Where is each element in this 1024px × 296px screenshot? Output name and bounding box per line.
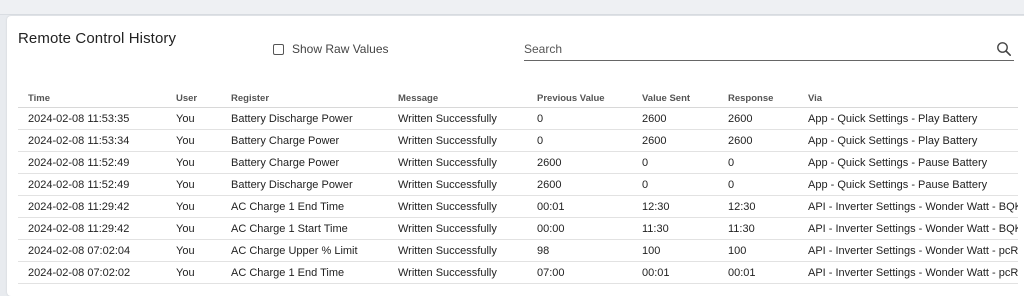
- column-header-user[interactable]: User: [166, 90, 221, 108]
- cell-response: 100: [718, 239, 798, 262]
- cell-response: 2600: [718, 107, 798, 130]
- cell-time: 2024-02-08 11:53:35: [18, 107, 166, 130]
- show-raw-values-label: Show Raw Values: [292, 42, 389, 56]
- cell-time: 2024-02-08 11:52:49: [18, 173, 166, 196]
- column-header-previous-value[interactable]: Previous Value: [527, 90, 632, 108]
- cell-time: 2024-02-08 11:29:42: [18, 195, 166, 218]
- table-header-row: Time User Register Message Previous Valu…: [18, 90, 1018, 108]
- cell-register: AC Charge 1 Start Time: [221, 217, 388, 240]
- cell-via: App - Quick Settings - Play Battery: [798, 129, 1018, 152]
- cell-via: API - Inverter Settings - Wonder Watt - …: [798, 195, 1018, 218]
- cell-message: Written Successfully: [388, 107, 527, 130]
- cell-value-sent: 00:01: [632, 261, 718, 284]
- table-row[interactable]: 2024-02-08 07:02:04 You AC Charge Upper …: [18, 239, 1018, 262]
- cell-message: Written Successfully: [388, 239, 527, 262]
- cell-user: You: [166, 107, 221, 130]
- cell-register: Battery Charge Power: [221, 151, 388, 174]
- cell-response: 00:01: [718, 261, 798, 284]
- cell-previous-value: 0: [527, 107, 632, 130]
- show-raw-values-checkbox[interactable]: [273, 43, 284, 55]
- cell-via: App - Quick Settings - Pause Battery: [798, 151, 1018, 174]
- cell-response: 2600: [718, 129, 798, 152]
- cell-value-sent: 100: [632, 239, 718, 262]
- cell-response: 12:30: [718, 195, 798, 218]
- cell-register: Battery Charge Power: [221, 129, 388, 152]
- top-bar: [0, 0, 1024, 15]
- cell-register: AC Charge 1 End Time: [221, 261, 388, 284]
- cell-value-sent: 2600: [632, 129, 718, 152]
- cell-user: You: [166, 239, 221, 262]
- cell-user: You: [166, 129, 221, 152]
- cell-via: API - Inverter Settings - Wonder Watt - …: [798, 261, 1018, 284]
- table-row[interactable]: 2024-02-08 11:29:42 You AC Charge 1 End …: [18, 195, 1018, 218]
- table-row[interactable]: 2024-02-08 11:53:34 You Battery Charge P…: [18, 129, 1018, 152]
- cell-previous-value: 07:00: [527, 261, 632, 284]
- cell-via: API - Inverter Settings - Wonder Watt - …: [798, 239, 1018, 262]
- cell-value-sent: 12:30: [632, 195, 718, 218]
- cell-previous-value: 98: [527, 239, 632, 262]
- cell-previous-value: 00:01: [527, 195, 632, 218]
- cell-register: Battery Discharge Power: [221, 173, 388, 196]
- history-table: Time User Register Message Previous Valu…: [18, 90, 1018, 284]
- cell-message: Written Successfully: [388, 173, 527, 196]
- cell-previous-value: 00:00: [527, 217, 632, 240]
- cell-via: App - Quick Settings - Pause Battery: [798, 173, 1018, 196]
- cell-user: You: [166, 261, 221, 284]
- show-raw-values-toggle[interactable]: Show Raw Values: [273, 42, 389, 56]
- search-icon[interactable]: [996, 41, 1012, 57]
- column-header-register[interactable]: Register: [221, 90, 388, 108]
- table-row[interactable]: 2024-02-08 11:53:35 You Battery Discharg…: [18, 107, 1018, 130]
- column-header-value-sent[interactable]: Value Sent: [632, 90, 718, 108]
- cell-message: Written Successfully: [388, 129, 527, 152]
- cell-time: 2024-02-08 11:52:49: [18, 151, 166, 174]
- cell-time: 2024-02-08 07:02:04: [18, 239, 166, 262]
- remote-control-history-panel: Remote Control History Show Raw Values T…: [7, 16, 1024, 296]
- cell-message: Written Successfully: [388, 151, 527, 174]
- table-row[interactable]: 2024-02-08 07:02:02 You AC Charge 1 End …: [18, 261, 1018, 284]
- cell-previous-value: 2600: [527, 173, 632, 196]
- cell-message: Written Successfully: [388, 217, 527, 240]
- cell-via: API - Inverter Settings - Wonder Watt - …: [798, 217, 1018, 240]
- cell-response: 0: [718, 151, 798, 174]
- cell-time: 2024-02-08 11:29:42: [18, 217, 166, 240]
- column-header-via[interactable]: Via: [798, 90, 1018, 108]
- cell-previous-value: 2600: [527, 151, 632, 174]
- cell-register: AC Charge Upper % Limit: [221, 239, 388, 262]
- cell-value-sent: 0: [632, 173, 718, 196]
- search-field: [524, 38, 1014, 61]
- cell-value-sent: 0: [632, 151, 718, 174]
- cell-user: You: [166, 195, 221, 218]
- cell-user: You: [166, 173, 221, 196]
- cell-time: 2024-02-08 07:02:02: [18, 261, 166, 284]
- table-row[interactable]: 2024-02-08 11:52:49 You Battery Discharg…: [18, 173, 1018, 196]
- cell-user: You: [166, 151, 221, 174]
- cell-register: Battery Discharge Power: [221, 107, 388, 130]
- cell-time: 2024-02-08 11:53:34: [18, 129, 166, 152]
- table-row[interactable]: 2024-02-08 11:29:42 You AC Charge 1 Star…: [18, 217, 1018, 240]
- cell-value-sent: 11:30: [632, 217, 718, 240]
- cell-register: AC Charge 1 End Time: [221, 195, 388, 218]
- cell-previous-value: 0: [527, 129, 632, 152]
- cell-message: Written Successfully: [388, 195, 527, 218]
- cell-value-sent: 2600: [632, 107, 718, 130]
- panel-title: Remote Control History: [18, 30, 177, 47]
- table-row[interactable]: 2024-02-08 11:52:49 You Battery Charge P…: [18, 151, 1018, 174]
- column-header-time[interactable]: Time: [18, 90, 166, 108]
- column-header-message[interactable]: Message: [388, 90, 527, 108]
- column-header-response[interactable]: Response: [718, 90, 798, 108]
- cell-response: 11:30: [718, 217, 798, 240]
- cell-message: Written Successfully: [388, 261, 527, 284]
- search-input[interactable]: [524, 42, 964, 56]
- cell-response: 0: [718, 173, 798, 196]
- cell-via: App - Quick Settings - Play Battery: [798, 107, 1018, 130]
- cell-user: You: [166, 217, 221, 240]
